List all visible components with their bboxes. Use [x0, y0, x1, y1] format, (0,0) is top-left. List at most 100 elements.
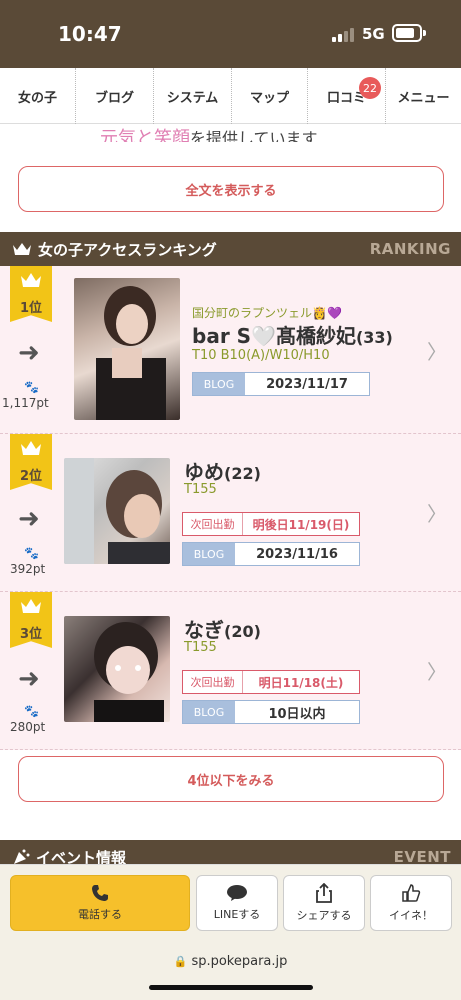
thumbs-up-icon	[402, 884, 421, 902]
portrait-image	[64, 458, 170, 564]
girl-name-text: bar S🤍髙橋紗妃	[192, 324, 356, 348]
crown-icon	[21, 273, 41, 287]
girl-photo[interactable]	[64, 458, 170, 564]
paw-icon: 🐾	[24, 546, 39, 560]
line-button[interactable]: LINEする	[196, 875, 278, 931]
crown-icon	[21, 599, 41, 613]
girl-name[interactable]: なぎ(20)	[184, 614, 261, 643]
girl-name-text: なぎ	[184, 618, 224, 642]
arrow-right-icon: ➜	[18, 504, 40, 534]
blog-label: BLOG	[183, 543, 235, 565]
nav-blog-label: ブログ	[94, 90, 134, 106]
ranking-header: 女の子アクセスランキング RANKING	[0, 232, 461, 266]
portrait-image	[96, 286, 166, 420]
blog-date: 10日以内	[268, 706, 326, 722]
ranking-title: 女の子アクセスランキング	[38, 240, 217, 259]
line-label: LINEする	[213, 908, 261, 921]
rank-1-badge: 1位	[10, 266, 52, 322]
rank-2-badge: 2位	[10, 434, 52, 490]
girl-name-text: ゆめ	[184, 460, 224, 484]
chevron-right-icon: 〉	[427, 340, 447, 364]
show-full-text-button[interactable]: 全文を表示する	[18, 166, 444, 212]
url-display[interactable]: 🔒 sp.pokepara.jp	[0, 954, 461, 969]
next-shift-value: 明日11/18(土)	[258, 675, 344, 690]
network-type: 5G	[362, 25, 385, 43]
blog-date: 2023/11/16	[256, 546, 338, 562]
call-button[interactable]: 電話する	[10, 875, 190, 931]
next-shift-label: 次回出勤	[183, 513, 243, 535]
nav-blog[interactable]: ブログ	[76, 68, 154, 124]
arrow-right-icon: ➜	[18, 664, 40, 694]
rank-3-points: 280pt	[10, 720, 46, 734]
next-shift-box: 次回出勤 明日11/18(土)	[182, 670, 360, 694]
like-button[interactable]: イイネ！	[370, 875, 452, 931]
intro-highlight: 元気と笑顔	[100, 128, 190, 142]
girl-photo[interactable]	[64, 616, 170, 722]
share-label: シェアする	[296, 909, 352, 922]
url-text: sp.pokepara.jp	[191, 954, 288, 969]
chat-bubble-icon	[227, 885, 247, 901]
rank-3-badge: 3位	[10, 592, 52, 648]
paw-icon: 🐾	[24, 380, 39, 394]
share-icon	[316, 883, 332, 903]
rank-2-points: 392pt	[10, 562, 46, 576]
intro-text-fragment: 元気と笑顔を提供しています	[100, 124, 400, 142]
blog-date: 2023/11/17	[266, 376, 348, 392]
battery-icon	[392, 24, 422, 42]
ranking-row-2[interactable]: 2位 ➜ 🐾 392pt ゆめ(22) T155 次回出勤 明後日11/19(日…	[0, 434, 461, 592]
girl-specs: T155	[184, 482, 217, 497]
chevron-right-icon: 〉	[427, 660, 447, 684]
bottom-action-bar: 電話する LINEする シェアする イイネ！	[0, 864, 461, 938]
nav-map[interactable]: マップ	[232, 68, 308, 124]
blog-label: BLOG	[183, 701, 235, 723]
rank-2-label: 2位	[19, 469, 43, 484]
blog-label: BLOG	[193, 373, 245, 395]
girl-specs: T10 B10(A)/W10/H10	[192, 348, 330, 363]
paw-icon: 🐾	[24, 704, 39, 718]
nav-menu[interactable]: メニュー	[386, 68, 461, 124]
chevron-right-icon: 〉	[427, 502, 447, 526]
girl-specs: T155	[184, 640, 217, 655]
share-button[interactable]: シェアする	[283, 875, 365, 931]
girl-age: (20)	[224, 622, 261, 641]
next-shift-box: 次回出勤 明後日11/19(日)	[182, 512, 360, 536]
status-bar: 10:47 5G	[0, 0, 461, 68]
home-indicator[interactable]	[149, 985, 313, 990]
see-more-label: 4位以下をみる	[187, 773, 275, 789]
blog-date-box[interactable]: BLOG 10日以内	[182, 700, 360, 724]
nav-girls[interactable]: 女の子	[0, 68, 76, 124]
nav-reviews[interactable]: 口コミ 22	[308, 68, 386, 124]
shop-nav: 女の子 ブログ システム マップ 口コミ 22 メニュー	[0, 68, 461, 124]
intro-rest: を提供しています	[190, 129, 318, 142]
like-label: イイネ！	[389, 909, 433, 922]
nav-system[interactable]: システム	[154, 68, 232, 124]
reviews-count-badge: 22	[359, 77, 381, 99]
next-shift-label: 次回出勤	[183, 671, 243, 693]
status-time: 10:47	[58, 22, 122, 46]
blog-date-box[interactable]: BLOG 2023/11/17	[192, 372, 370, 396]
portrait-image	[94, 622, 164, 722]
battery-tip	[423, 30, 426, 36]
nav-menu-label: メニュー	[397, 90, 450, 106]
rank-3-label: 3位	[19, 627, 43, 642]
call-label: 電話する	[78, 908, 122, 921]
arrow-right-icon: ➜	[18, 338, 40, 368]
ranking-title-en: RANKING	[369, 240, 451, 258]
rank-1-label: 1位	[19, 301, 43, 316]
see-more-ranking-button[interactable]: 4位以下をみる	[18, 756, 444, 802]
ranking-row-3[interactable]: 3位 ➜ 🐾 280pt なぎ(20) T155 次回出勤 明日11/18(土)…	[0, 592, 461, 750]
blog-date-box[interactable]: BLOG 2023/11/16	[182, 542, 360, 566]
signal-icon	[332, 28, 354, 42]
crown-icon	[13, 243, 31, 255]
ranking-row-1[interactable]: 1位 ➜ 🐾 1,117pt 国分町のラプンツェル👸💜 bar S🤍髙橋紗妃(3…	[0, 266, 461, 434]
girl-name[interactable]: ゆめ(22)	[184, 456, 261, 485]
browser-url-bar[interactable]: 🔒 sp.pokepara.jp	[0, 938, 461, 1000]
nav-girls-label: 女の子	[17, 90, 57, 106]
lock-icon: 🔒	[173, 955, 188, 968]
girl-age: (33)	[355, 328, 393, 347]
girl-name[interactable]: bar S🤍髙橋紗妃(33)	[192, 320, 393, 349]
girl-age: (22)	[224, 464, 261, 483]
girl-photo[interactable]	[74, 278, 180, 420]
nav-map-label: マップ	[249, 90, 289, 106]
rank-1-points: 1,117pt	[2, 396, 49, 410]
